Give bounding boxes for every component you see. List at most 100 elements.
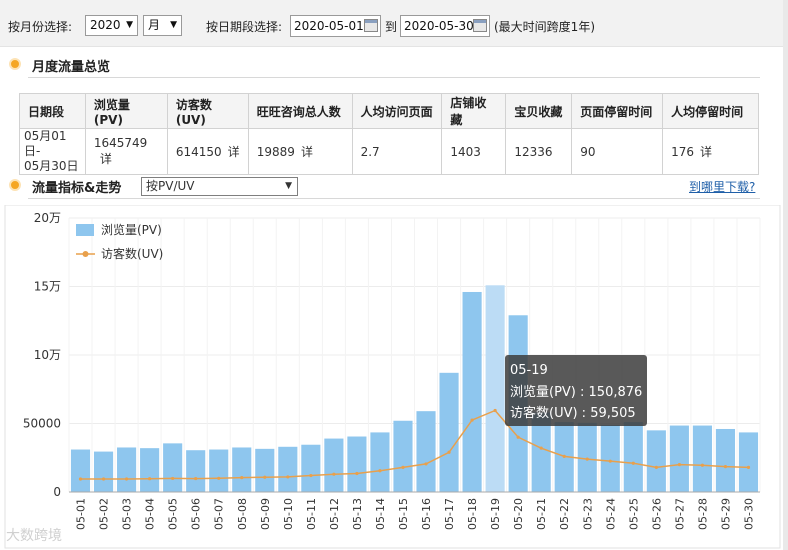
year-select-value: 2020 (90, 18, 121, 32)
pv-bar (462, 291, 482, 492)
date-range-start: 05月01日- (24, 129, 67, 158)
uv-point (746, 465, 751, 469)
chevron-down-icon: ▼ (285, 181, 292, 191)
x-tick-label: 05-05 (167, 498, 180, 530)
date-range-label: 按日期段选择: (206, 20, 283, 34)
uv-point (654, 465, 658, 469)
cell-page-stay: 90 (571, 128, 664, 175)
end-date-input[interactable]: 2020-05-30 (400, 15, 490, 37)
cell-date-range: 05月01日- 05月30日 (19, 128, 86, 175)
header-uv: 访客数(UV) (166, 93, 249, 129)
uv-point (286, 475, 290, 479)
uv-point (539, 446, 543, 450)
header-shop-fav: 店铺收藏 (441, 93, 507, 129)
avg-stay-detail-link[interactable]: 详 (700, 145, 712, 159)
x-tick-label: 05-09 (259, 498, 272, 530)
start-date-input[interactable]: 2020-05-01 (290, 15, 381, 37)
y-tick-label: 20万 (34, 211, 61, 225)
cell-ww: 19889 详 (247, 128, 353, 175)
to-label: 到 (385, 20, 398, 34)
legend-label-pv: 浏览量(PV) (101, 222, 162, 237)
y-tick-label: 0 (53, 485, 61, 499)
uv-point (124, 477, 129, 481)
pv-bar (393, 420, 413, 492)
x-tick-label: 05-14 (374, 498, 387, 530)
x-tick-label: 05-08 (236, 498, 249, 530)
x-tick-label: 05-24 (604, 498, 617, 530)
x-tick-label: 05-21 (535, 498, 548, 530)
pv-bar (117, 447, 137, 492)
y-tick-label: 50000 (23, 417, 61, 431)
x-tick-label: 05-15 (397, 498, 410, 530)
x-tick-label: 05-16 (420, 498, 433, 530)
cell-avg-stay: 176 详 (662, 128, 759, 175)
page-scrollbar[interactable] (783, 0, 788, 550)
tooltip-uv: 访客数(UV) : 59,505 (510, 405, 636, 421)
x-tick-label: 05-06 (190, 498, 203, 530)
pv-bar (140, 448, 160, 492)
metric-select[interactable]: 按PV/UV ▼ (141, 177, 298, 196)
pv-bar (163, 443, 183, 492)
ww-detail-link[interactable]: 详 (301, 145, 313, 159)
cell-item-fav: 12336 (505, 128, 573, 175)
x-tick-label: 05-01 (75, 498, 88, 530)
uv-point (309, 473, 313, 478)
pv-bar (370, 432, 390, 492)
trend-section-header: 流量指标&走势 (0, 173, 760, 199)
uv-point (516, 435, 520, 439)
uv-point (263, 475, 267, 479)
uv-point (677, 463, 681, 467)
x-tick-label: 05-11 (305, 498, 318, 530)
uv-point (148, 477, 152, 481)
x-tick-label: 05-19 (489, 498, 502, 530)
header-page-stay: 页面停留时间 (571, 93, 664, 129)
section-bullet-icon (9, 179, 21, 191)
y-tick-label: 15万 (34, 280, 61, 294)
pv-bar (439, 372, 459, 492)
x-tick-label: 05-20 (512, 498, 525, 530)
table-header-row: 日期段 浏览量(PV) 访客数(UV) 旺旺咨询总人数 人均访问页面 店铺收藏 … (19, 93, 759, 129)
x-tick-label: 05-17 (443, 498, 456, 530)
cell-pv: 1645749 详 (84, 128, 168, 175)
uv-point (608, 459, 612, 463)
filter-bar: 按月份选择: 2020 ▼ 月 ▼ 按日期段选择: 2020-05-01 到 2… (0, 0, 788, 47)
month-select[interactable]: 月 ▼ (143, 15, 182, 36)
tooltip-date: 05-19 (510, 363, 548, 378)
x-tick-label: 05-29 (719, 498, 732, 530)
avg-stay-value: 176 (671, 145, 694, 159)
uv-point (401, 465, 405, 469)
tooltip-pv: 浏览量(PV) : 150,876 (510, 384, 642, 400)
traffic-trend-chart: 0 50000 10万 15万 20万 05-01 05-02 05-03 05-04 05-05… (4, 205, 781, 549)
uv-point (585, 457, 589, 461)
pv-bar (692, 425, 712, 492)
pv-bar (93, 451, 114, 492)
pv-bar (209, 449, 229, 492)
pv-bar (623, 422, 643, 492)
uv-point (447, 450, 451, 454)
calendar-icon[interactable] (473, 19, 487, 32)
cell-shop-fav: 1403 (441, 128, 507, 175)
pv-bar (485, 285, 505, 492)
legend-label-uv: 访客数(UV) (101, 246, 163, 261)
section-bullet-icon (9, 58, 21, 70)
pv-bar (186, 450, 206, 492)
calendar-icon[interactable] (364, 19, 378, 32)
legend-swatch-pv (76, 224, 94, 236)
x-tick-label: 05-13 (351, 498, 364, 530)
pv-bar (416, 411, 436, 492)
pv-bar (301, 444, 321, 492)
pv-detail-link[interactable]: 详 (100, 152, 112, 166)
header-pages-per-user: 人均访问页面 (351, 93, 443, 129)
uv-detail-link[interactable]: 详 (228, 145, 240, 159)
uv-point (562, 454, 566, 458)
pv-bar (347, 436, 367, 492)
uv-point (631, 461, 635, 465)
pv-bar (232, 447, 252, 492)
x-tick-label: 05-12 (328, 498, 341, 530)
section-divider (28, 77, 760, 78)
span-note: (最大时间跨度1年) (494, 20, 595, 34)
uv-point (194, 476, 198, 481)
x-tick-label: 05-25 (627, 498, 640, 530)
year-select[interactable]: 2020 ▼ (85, 15, 138, 36)
download-help-link[interactable]: 到哪里下载? (689, 178, 755, 195)
